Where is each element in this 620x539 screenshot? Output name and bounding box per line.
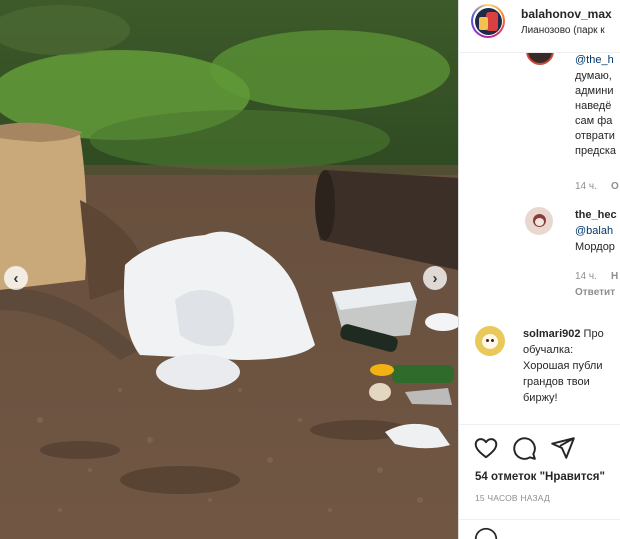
- comment-line: админи: [575, 85, 614, 97]
- comment-line: отврати: [575, 130, 615, 142]
- commenter-username[interactable]: solmari902: [523, 328, 580, 340]
- comment-text: Про: [580, 328, 604, 340]
- share-icon[interactable]: [550, 435, 576, 461]
- author-avatar[interactable]: [471, 4, 505, 38]
- add-comment-bar[interactable]: [459, 519, 620, 539]
- heart-icon[interactable]: [473, 435, 499, 461]
- comment-line: обучалка:: [523, 344, 574, 356]
- next-photo-button[interactable]: ›: [423, 266, 447, 290]
- comment-reply-button[interactable]: Ответит: [575, 287, 615, 298]
- comment-line: сам фа: [575, 115, 613, 127]
- chevron-left-icon: ‹: [13, 269, 19, 287]
- comment-reply-button[interactable]: О: [611, 181, 619, 192]
- post-actions: 54 отметок "Нравится" 15 ЧАСОВ НАЗАД: [459, 424, 620, 539]
- post-photo[interactable]: [0, 0, 458, 539]
- previous-photo-button[interactable]: ‹: [4, 266, 28, 290]
- chevron-right-icon: ›: [432, 269, 438, 287]
- post-timestamp: 15 ЧАСОВ НАЗАД: [475, 493, 550, 503]
- commenter-avatar[interactable]: [525, 207, 553, 235]
- comment-line: предска: [575, 145, 617, 157]
- post-location[interactable]: Лианозово (парк к: [521, 25, 605, 36]
- post-header: balahonov_max Лианозово (парк к: [459, 0, 620, 53]
- comments-list: @the_h думаю, админи наведё сам фа отвра…: [459, 53, 620, 424]
- comment-mention[interactable]: @the_h: [575, 53, 614, 68]
- commenter-avatar[interactable]: [475, 326, 505, 356]
- comment-line: биржу!: [523, 392, 558, 404]
- comment-likes[interactable]: Н: [611, 271, 618, 282]
- comment-line: думаю,: [575, 70, 612, 82]
- commenter-username[interactable]: the_hec: [575, 208, 617, 223]
- comment-line: Мордор: [575, 241, 615, 253]
- likes-count[interactable]: 54 отметок "Нравится": [475, 471, 605, 483]
- author-username[interactable]: balahonov_max: [521, 7, 612, 21]
- commenter-avatar[interactable]: [526, 53, 554, 65]
- comment-icon[interactable]: [511, 435, 537, 461]
- comment-line: Хорошая публи: [523, 360, 603, 372]
- comment-line: грандов твои: [523, 376, 590, 388]
- comment-mention[interactable]: @balah: [575, 224, 613, 239]
- comment-time[interactable]: 14 ч.: [575, 181, 597, 192]
- emoji-icon[interactable]: [473, 526, 499, 539]
- post-side-panel: balahonov_max Лианозово (парк к @the_h д…: [458, 0, 620, 539]
- comment-line: наведё: [575, 100, 612, 112]
- park-litter-photo: [0, 0, 458, 539]
- comment-first-line: solmari902 Про: [523, 327, 604, 342]
- comment-time[interactable]: 14 ч.: [575, 271, 597, 282]
